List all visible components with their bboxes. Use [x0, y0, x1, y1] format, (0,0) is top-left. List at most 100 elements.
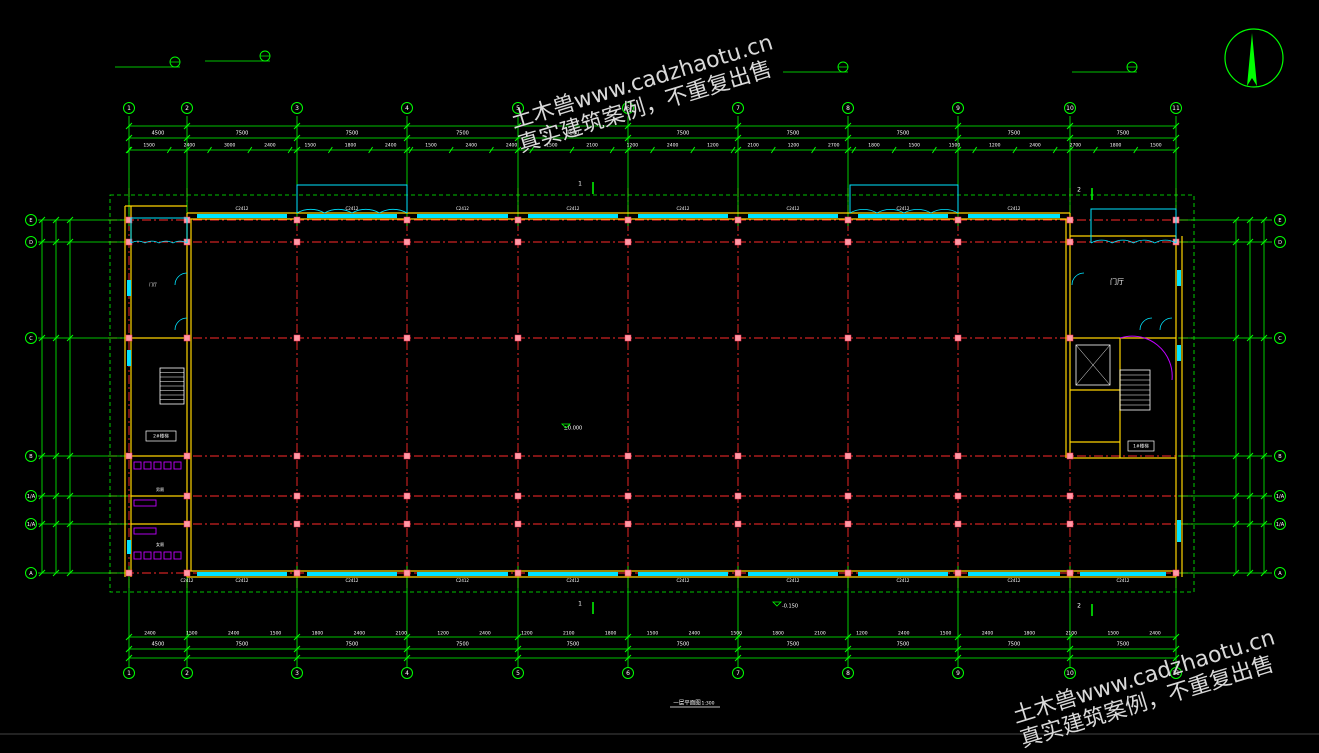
- canopy-east-door-1: [1112, 239, 1134, 244]
- dim-detail-top-7: 1500: [425, 143, 437, 149]
- window-south-3: [417, 572, 508, 576]
- grid-label-row-6-1: A: [1278, 571, 1282, 577]
- dim-top-1: 7500: [236, 131, 249, 137]
- column: [844, 334, 852, 342]
- grid-label-col-7-1: 7: [736, 670, 740, 677]
- dim-detail-bot-21: 1800: [1024, 631, 1036, 637]
- window-north-2: [307, 214, 397, 218]
- dim-top-8: 7500: [1008, 131, 1021, 137]
- dim-detail-bot-4: 1800: [312, 631, 324, 637]
- room-label-lobby-west: 门厅: [149, 281, 157, 287]
- grid-label-col-6-1: 6: [626, 670, 630, 677]
- dim-detail-top-16: 1200: [788, 143, 800, 149]
- grid-label-row-4-1: 1/A: [1276, 494, 1285, 500]
- column: [954, 216, 962, 224]
- grid-label-col-7-0: 7: [736, 105, 740, 112]
- section-mark-2: 2: [1077, 187, 1081, 194]
- dim-detail-bot-23: 1500: [1107, 631, 1119, 637]
- door-swing-1: [174, 317, 188, 331]
- column: [844, 492, 852, 500]
- window-north-5: [638, 214, 728, 218]
- column: [1066, 334, 1074, 342]
- column: [183, 492, 191, 500]
- grid-label-row-0-1: E: [1278, 218, 1281, 224]
- toilet-fixture-b: [133, 551, 142, 560]
- window-tag-s-7: C2412: [897, 578, 910, 583]
- dim-detail-top-20: 1500: [949, 143, 961, 149]
- column: [624, 452, 632, 460]
- door-swing-3: [1139, 317, 1153, 331]
- dim-bot-5: 7500: [677, 642, 690, 648]
- column: [293, 238, 301, 246]
- grid-label-row-1-1: D: [1278, 240, 1282, 246]
- toilet-fixture-a: [173, 461, 182, 470]
- grid-label-row-6-0: A: [29, 571, 33, 577]
- column: [624, 569, 632, 577]
- room-label-female: 女厕: [156, 541, 164, 547]
- room-label-stair-2: 2#楼梯: [153, 433, 169, 440]
- window-west-1: [127, 350, 131, 366]
- dim-bot-1: 7500: [236, 642, 249, 648]
- column: [844, 216, 852, 224]
- column: [514, 520, 522, 528]
- grid-label-col-2-0: 2: [185, 105, 189, 112]
- column: [293, 452, 301, 460]
- dim-detail-top-6: 2400: [385, 143, 397, 149]
- grid-label-row-2-0: C: [29, 336, 33, 342]
- window-tag-s-5: C2412: [677, 578, 690, 583]
- window-tag-n-3: C2412: [456, 206, 469, 211]
- grid-label-col-10-1: 10: [1066, 670, 1074, 677]
- dim-detail-top-4: 1500: [304, 143, 316, 149]
- dim-detail-bot-2: 2400: [228, 631, 240, 637]
- dim-bot-8: 7500: [1008, 642, 1021, 648]
- grid-label-row-3-0: B: [29, 454, 33, 460]
- column: [624, 520, 632, 528]
- column: [734, 452, 742, 460]
- dim-detail-top-19: 1500: [909, 143, 921, 149]
- grid-label-col-5-0: 5: [516, 105, 520, 112]
- slab-outline: [109, 194, 1195, 593]
- column: [183, 334, 191, 342]
- window-tag-n-6: C2412: [787, 206, 800, 211]
- dim-detail-bot-18: 2400: [898, 631, 910, 637]
- dim-top-9: 7500: [1117, 131, 1130, 137]
- column: [734, 216, 742, 224]
- column: [624, 238, 632, 246]
- column: [183, 452, 191, 460]
- elev-outside: -0.150: [782, 604, 798, 610]
- window-tag-s-3: C2412: [456, 578, 469, 583]
- sink-b: [133, 527, 157, 535]
- toilet-fixture-a: [133, 461, 142, 470]
- dim-top-5: 7500: [677, 131, 690, 137]
- column: [403, 492, 411, 500]
- door-swing-0: [174, 272, 188, 286]
- dim-detail-top-25: 1500: [1150, 143, 1162, 149]
- column: [514, 452, 522, 460]
- window-south-9: [1080, 572, 1166, 576]
- window-south-1: [197, 572, 287, 576]
- dim-detail-top-10: 1500: [546, 143, 558, 149]
- door-swing-4: [1159, 317, 1173, 331]
- window-tag-s-8: C2412: [1008, 578, 1021, 583]
- dim-detail-top-23: 2700: [1070, 143, 1082, 149]
- window-south-4: [528, 572, 618, 576]
- dim-detail-top-14: 1200: [707, 143, 719, 149]
- dim-detail-top-0: 1500: [143, 143, 155, 149]
- elev-hall: ±0.000: [564, 426, 583, 432]
- section-mark-3: 2: [1077, 603, 1081, 610]
- column: [514, 569, 522, 577]
- column: [844, 452, 852, 460]
- window-north-7: [858, 214, 948, 218]
- column: [1172, 569, 1180, 577]
- dim-detail-bot-1: 1500: [186, 631, 198, 637]
- canopy-east-door-2: [1133, 239, 1155, 244]
- dim-bot-7: 7500: [897, 642, 910, 648]
- column: [293, 520, 301, 528]
- column: [624, 216, 632, 224]
- column: [125, 569, 133, 577]
- canopy-west-door-1: [144, 240, 160, 244]
- grid-label-row-4-0: 1/A: [27, 494, 36, 500]
- column: [1066, 238, 1074, 246]
- section-mark-1: 1: [578, 601, 582, 608]
- grid-label-col-5-1: 5: [516, 670, 520, 677]
